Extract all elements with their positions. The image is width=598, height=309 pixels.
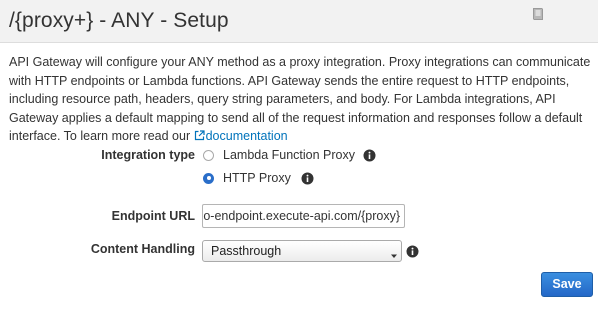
info-icon[interactable] bbox=[301, 172, 314, 185]
documentation-link-label[interactable]: documentation bbox=[206, 129, 288, 143]
chevron-down-icon bbox=[390, 247, 398, 258]
page-header: /{proxy+} - ANY - Setup bbox=[0, 0, 598, 43]
page-title: /{proxy+} - ANY - Setup bbox=[9, 9, 229, 32]
info-icon[interactable] bbox=[406, 245, 419, 258]
radio-http-proxy[interactable]: HTTP Proxy bbox=[203, 170, 314, 186]
http-proxy-label: HTTP Proxy bbox=[223, 171, 291, 185]
lambda-proxy-label: Lambda Function Proxy bbox=[223, 148, 356, 162]
documentation-link[interactable]: documentation bbox=[194, 129, 288, 143]
endpoint-url-input[interactable]: emo-endpoint.execute-api.com/{proxy} bbox=[202, 204, 405, 228]
external-link-icon bbox=[194, 128, 205, 141]
integration-type-label: Integration type bbox=[101, 148, 195, 162]
radio-lambda-function-proxy[interactable]: Lambda Function Proxy bbox=[203, 147, 376, 163]
content-handling-label: Content Handling bbox=[90, 242, 195, 256]
save-button[interactable]: Save bbox=[541, 272, 593, 297]
endpoint-url-label: Endpoint URL bbox=[111, 209, 195, 223]
endpoint-url-value: emo-endpoint.execute-api.com/{proxy} bbox=[202, 209, 400, 223]
content-handling-value: Passthrough bbox=[211, 244, 282, 258]
lambda-proxy-radio[interactable] bbox=[203, 149, 214, 161]
content-handling-select[interactable]: Passthrough bbox=[202, 240, 402, 262]
intro-text: API Gateway will configure your ANY meth… bbox=[9, 55, 591, 144]
intro-paragraph: API Gateway will configure your ANY meth… bbox=[9, 53, 594, 146]
book-icon[interactable] bbox=[530, 6, 546, 22]
http-proxy-radio[interactable] bbox=[203, 172, 214, 184]
info-icon[interactable] bbox=[363, 149, 376, 162]
